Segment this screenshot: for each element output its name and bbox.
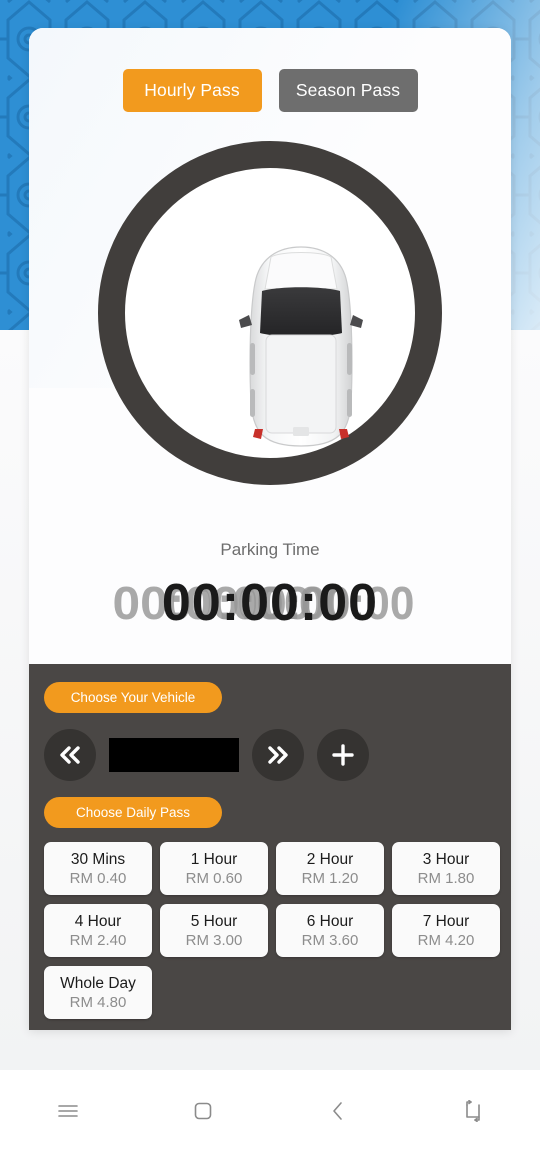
pass-option-card[interactable]: 7 Hour RM 4.20: [392, 904, 500, 957]
pass-option-card[interactable]: 30 Mins RM 0.40: [44, 842, 152, 895]
pass-option-card[interactable]: 5 Hour RM 3.00: [160, 904, 268, 957]
car-top-view-icon: [219, 243, 383, 451]
pass-option-card[interactable]: Whole Day RM 4.80: [44, 966, 152, 1019]
pass-option-card[interactable]: 1 Hour RM 0.60: [160, 842, 268, 895]
pass-options-grid: 30 Mins RM 0.40 1 Hour RM 0.60 2 Hour RM 1.20…: [44, 842, 500, 1019]
menu-icon: [57, 1105, 78, 1117]
pass-duration-label: 2 Hour: [306, 850, 354, 868]
vehicle-plate-field[interactable]: [109, 738, 239, 772]
pass-option-card[interactable]: 2 Hour RM 1.20: [276, 842, 384, 895]
rotate-screen-icon: [465, 1100, 480, 1122]
pass-price-label: RM 3.60: [301, 931, 359, 949]
prev-vehicle-button[interactable]: [44, 729, 96, 781]
nav-recent-apps-button[interactable]: [0, 1070, 135, 1152]
back-chevron-icon: [332, 1102, 342, 1120]
pass-price-label: RM 3.00: [185, 931, 243, 949]
parking-time-value: 00:00:00: [161, 574, 379, 632]
next-vehicle-button[interactable]: [252, 729, 304, 781]
pass-type-tabs: Hourly Pass Season Pass: [29, 69, 511, 112]
pass-price-label: RM 4.20: [417, 931, 475, 949]
parking-time-display: 00:00:00 00:00:00 00:00:00 00:00:00: [29, 568, 511, 638]
pass-duration-label: 30 Mins: [70, 850, 126, 868]
add-vehicle-button[interactable]: [317, 729, 369, 781]
choose-vehicle-button[interactable]: Choose Your Vehicle: [44, 682, 222, 713]
vehicle-selector: [44, 729, 511, 781]
choose-daily-pass-button[interactable]: Choose Daily Pass: [44, 797, 222, 828]
phone-screen: Hourly Pass Season Pass Parking Time 00:…: [0, 0, 540, 1152]
pass-option-card[interactable]: 4 Hour RM 2.40: [44, 904, 152, 957]
pass-price-label: RM 0.40: [69, 869, 127, 887]
pass-price-label: RM 1.80: [417, 869, 475, 887]
controls-panel: Choose Your Vehicle Choose Daily Pass 30…: [29, 664, 511, 1030]
pass-option-card[interactable]: 3 Hour RM 1.80: [392, 842, 500, 895]
double-chevron-left-icon: [60, 746, 80, 764]
pass-duration-label: 6 Hour: [306, 912, 354, 930]
pass-option-card[interactable]: 6 Hour RM 3.60: [276, 904, 384, 957]
pass-duration-label: 5 Hour: [190, 912, 238, 930]
double-chevron-right-icon: [268, 746, 288, 764]
pass-duration-label: 3 Hour: [422, 850, 470, 868]
parking-time-label: Parking Time: [220, 540, 320, 559]
pass-duration-label: 7 Hour: [422, 912, 470, 930]
pass-price-label: RM 1.20: [301, 869, 359, 887]
android-navigation-bar: [0, 1070, 540, 1152]
plus-icon: [332, 744, 354, 766]
tab-hourly-pass[interactable]: Hourly Pass: [122, 69, 262, 112]
tab-season-pass[interactable]: Season Pass: [278, 69, 418, 112]
pass-duration-label: 1 Hour: [190, 850, 238, 868]
pass-price-label: RM 2.40: [69, 931, 127, 949]
pass-duration-label: Whole Day: [60, 974, 136, 992]
pass-duration-label: 4 Hour: [74, 912, 122, 930]
nav-rotate-screen-button[interactable]: [405, 1070, 540, 1152]
nav-back-button[interactable]: [270, 1070, 405, 1152]
nav-home-button[interactable]: [135, 1070, 270, 1152]
pass-price-label: RM 0.60: [185, 869, 243, 887]
home-square-icon: [194, 1102, 211, 1120]
pass-price-label: RM 4.80: [69, 993, 127, 1011]
